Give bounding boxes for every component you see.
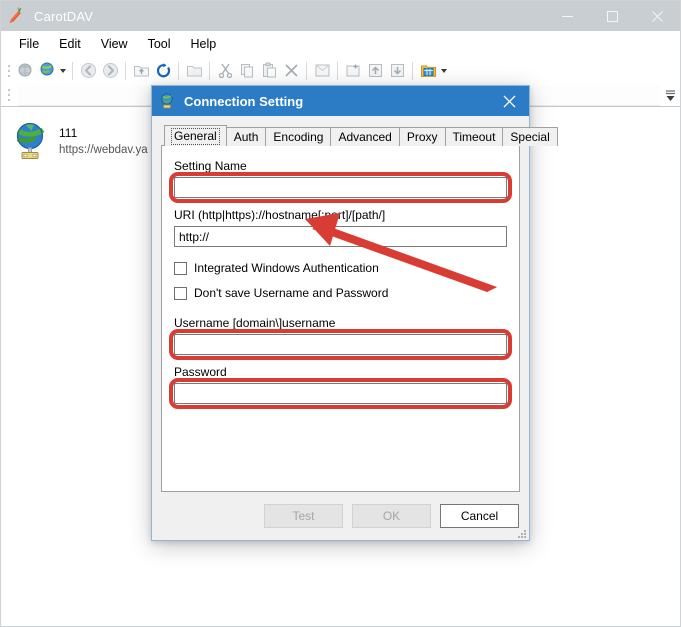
carrot-icon xyxy=(6,6,26,26)
copy-icon[interactable] xyxy=(236,60,258,82)
tab-general[interactable]: General xyxy=(164,125,227,146)
setting-name-group: Setting Name xyxy=(169,159,512,203)
address-bar-grip[interactable] xyxy=(5,85,12,105)
dialog-button-row: Test OK Cancel xyxy=(152,492,529,540)
download-icon[interactable] xyxy=(386,60,408,82)
tab-general-label: General xyxy=(171,128,220,145)
list-item-text: 111 https://webdav.ya xyxy=(59,125,148,159)
window-controls xyxy=(545,1,680,31)
dialog-body: General Auth Encoding Advanced Proxy Tim… xyxy=(152,116,558,492)
toolbar-separator xyxy=(178,61,179,80)
dont-save-label: Don't save Username and Password xyxy=(194,286,389,300)
integrated-auth-checkbox[interactable] xyxy=(174,261,187,275)
ok-button[interactable]: OK xyxy=(352,504,431,528)
tab-special[interactable]: Special xyxy=(502,127,558,146)
menu-bar: File Edit View Tool Help xyxy=(1,31,680,57)
toolbar-grip[interactable] xyxy=(5,61,12,81)
title-bar: CarotDAV xyxy=(1,1,680,31)
close-icon[interactable] xyxy=(635,1,680,31)
username-input[interactable] xyxy=(174,334,507,355)
connection-setting-dialog: Connection Setting General Auth Encoding… xyxy=(151,85,558,541)
setting-name-input[interactable] xyxy=(174,177,507,198)
maximize-icon[interactable] xyxy=(590,1,635,31)
dont-save-checkbox[interactable] xyxy=(174,286,187,300)
back-icon[interactable] xyxy=(77,60,99,82)
forward-icon[interactable] xyxy=(99,60,121,82)
username-group: Username [domain\]username xyxy=(169,316,512,360)
resize-grip[interactable] xyxy=(514,526,526,538)
close-icon[interactable] xyxy=(489,86,529,116)
password-label: Password xyxy=(174,365,227,379)
password-group: Password xyxy=(169,365,512,409)
menu-item-help[interactable]: Help xyxy=(181,33,227,55)
rename-icon[interactable] xyxy=(342,60,364,82)
setting-name-label: Setting Name xyxy=(174,159,247,173)
uri-label: URI (http|https)://hostname[:port]/[path… xyxy=(174,208,386,222)
delete-icon[interactable] xyxy=(280,60,302,82)
up-folder-icon[interactable] xyxy=(130,60,152,82)
connection-icon xyxy=(158,92,176,110)
toolbar-separator xyxy=(72,61,73,80)
new-folder-icon[interactable] xyxy=(183,60,205,82)
toolbar-overflow-icon[interactable] xyxy=(662,85,678,105)
dialog-title-bar: Connection Setting xyxy=(152,86,529,116)
uri-input[interactable] xyxy=(174,226,507,247)
menu-item-view[interactable]: View xyxy=(91,33,138,55)
integrated-auth-row[interactable]: Integrated Windows Authentication xyxy=(174,261,507,275)
tab-timeout[interactable]: Timeout xyxy=(444,127,504,146)
view-mode-caret[interactable] xyxy=(439,60,449,82)
uri-group: URI (http|https)://hostname[:port]/[path… xyxy=(174,208,507,247)
connect-icon[interactable] xyxy=(14,60,36,82)
connection-dropdown-caret[interactable] xyxy=(58,60,68,82)
refresh-icon[interactable] xyxy=(152,60,174,82)
menu-item-file[interactable]: File xyxy=(9,33,49,55)
new-connection-icon[interactable] xyxy=(36,60,58,82)
test-button[interactable]: Test xyxy=(264,504,343,528)
dont-save-row[interactable]: Don't save Username and Password xyxy=(174,286,507,300)
list-item-name: 111 xyxy=(59,126,78,140)
app-title: CarotDAV xyxy=(34,8,94,24)
menu-item-edit[interactable]: Edit xyxy=(49,33,91,55)
integrated-auth-label: Integrated Windows Authentication xyxy=(194,261,379,275)
toolbar-separator xyxy=(412,61,413,80)
tab-advanced[interactable]: Advanced xyxy=(330,127,400,146)
toolbar xyxy=(1,57,680,84)
upload-icon[interactable] xyxy=(364,60,386,82)
properties-icon[interactable] xyxy=(311,60,333,82)
toolbar-separator xyxy=(125,61,126,80)
tab-auth[interactable]: Auth xyxy=(225,127,267,146)
dialog-title: Connection Setting xyxy=(184,93,304,109)
cancel-button[interactable]: Cancel xyxy=(440,504,519,528)
menu-item-tool[interactable]: Tool xyxy=(138,33,181,55)
tab-encoding[interactable]: Encoding xyxy=(265,127,332,146)
username-label: Username [domain\]username xyxy=(174,316,336,330)
list-item-url: https://webdav.ya xyxy=(59,144,148,156)
toolbar-separator xyxy=(306,61,307,80)
webdav-globe-icon xyxy=(7,119,53,165)
password-input[interactable] xyxy=(174,383,507,404)
tab-strip: General Auth Encoding Advanced Proxy Tim… xyxy=(161,125,558,146)
cut-icon[interactable] xyxy=(214,60,236,82)
toolbar-separator xyxy=(337,61,338,80)
paste-icon[interactable] xyxy=(258,60,280,82)
general-tab-panel: Setting Name URI (http|https)://hostname… xyxy=(161,145,520,492)
minimize-icon[interactable] xyxy=(545,1,590,31)
view-mode-icon[interactable] xyxy=(417,60,439,82)
tab-proxy[interactable]: Proxy xyxy=(398,127,446,146)
toolbar-separator xyxy=(209,61,210,80)
